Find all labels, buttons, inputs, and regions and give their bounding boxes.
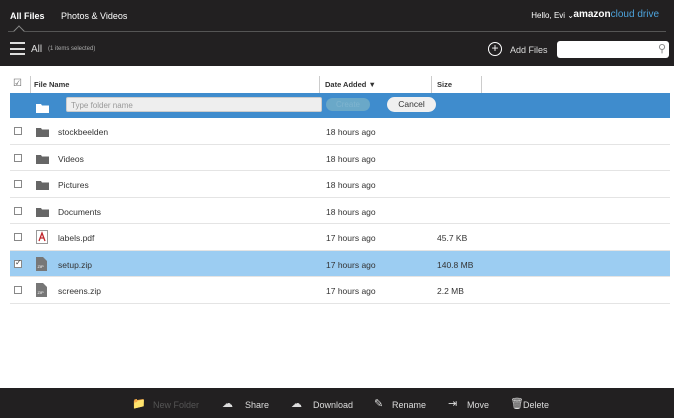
delete-icon: 🗑 bbox=[510, 398, 524, 410]
tab-all-files[interactable]: All Files bbox=[10, 11, 45, 21]
create-button[interactable]: Create bbox=[326, 98, 370, 111]
column-size[interactable]: Size bbox=[437, 80, 452, 89]
new-folder-icon: 📁 bbox=[132, 398, 146, 410]
file-date: 18 hours ago bbox=[326, 206, 376, 217]
zip-icon: ZIP bbox=[36, 256, 49, 271]
file-date: 18 hours ago bbox=[326, 127, 376, 137]
share-button[interactable]: Share bbox=[245, 400, 269, 410]
logo: amazoncloud drive bbox=[573, 9, 659, 20]
tab-divider bbox=[8, 31, 666, 32]
folder-name-input[interactable]: Type folder name bbox=[66, 97, 322, 112]
download-button[interactable]: Download bbox=[313, 400, 353, 410]
table-row[interactable]: ✓ ZIP setup.zip 17 hours ago 140.8 MB bbox=[10, 250, 670, 277]
select-all-checkbox[interactable]: ☑ bbox=[13, 78, 22, 89]
column-date-added[interactable]: Date Added ▼ bbox=[325, 80, 376, 89]
file-size: 140.8 MB bbox=[437, 259, 474, 270]
move-icon: ⇥ bbox=[448, 398, 458, 410]
zip-icon: ZIP bbox=[36, 283, 49, 297]
file-name[interactable]: Videos bbox=[58, 154, 84, 164]
file-date: 18 hours ago bbox=[326, 180, 376, 190]
rename-button[interactable]: Rename bbox=[392, 400, 426, 410]
rename-icon: ✎ bbox=[374, 398, 384, 410]
file-size: 45.7 KB bbox=[437, 233, 468, 243]
svg-text:ZIP: ZIP bbox=[38, 290, 45, 295]
tab-photos-videos[interactable]: Photos & Videos bbox=[61, 11, 127, 21]
file-date: 17 hours ago bbox=[326, 233, 376, 243]
cancel-button[interactable]: Cancel bbox=[387, 97, 436, 112]
svg-text:ZIP: ZIP bbox=[38, 264, 45, 269]
file-name[interactable]: setup.zip bbox=[58, 260, 92, 270]
delete-button[interactable]: Delete bbox=[523, 400, 549, 410]
row-checkbox[interactable] bbox=[14, 286, 22, 294]
add-files-icon[interactable]: + bbox=[488, 42, 502, 56]
file-name[interactable]: Documents bbox=[58, 207, 101, 217]
file-name[interactable]: stockbeelden bbox=[58, 127, 108, 137]
sort-desc-icon: ▼ bbox=[368, 80, 376, 89]
file-date: 18 hours ago bbox=[326, 153, 376, 164]
location-label: All bbox=[31, 44, 43, 55]
table-header: ☑ File Name Date Added ▼ Size bbox=[10, 74, 670, 93]
table-row[interactable]: stockbeelden 18 hours ago bbox=[10, 118, 670, 145]
folder-icon bbox=[36, 126, 49, 138]
file-size: 2.2 MB bbox=[437, 286, 464, 296]
table-row[interactable]: labels.pdf 17 hours ago 45.7 KB bbox=[10, 224, 670, 251]
greeting: Hello, Evi bbox=[531, 11, 566, 20]
table-row[interactable]: Documents 18 hours ago bbox=[10, 198, 670, 224]
row-checkbox[interactable]: ✓ bbox=[14, 258, 22, 268]
hamburger-menu-icon[interactable] bbox=[10, 42, 25, 55]
user-menu[interactable]: Hello, Evi ⌄ bbox=[531, 11, 574, 20]
row-checkbox[interactable] bbox=[14, 206, 22, 215]
folder-icon bbox=[36, 179, 49, 191]
selection-count: (1 items selected) bbox=[48, 46, 96, 52]
file-name[interactable]: screens.zip bbox=[58, 286, 101, 296]
row-checkbox[interactable] bbox=[14, 180, 22, 188]
pdf-icon bbox=[36, 230, 49, 244]
move-button[interactable]: Move bbox=[467, 400, 489, 410]
column-file-name[interactable]: File Name bbox=[34, 80, 69, 89]
row-checkbox[interactable] bbox=[14, 127, 22, 135]
file-date: 17 hours ago bbox=[326, 286, 376, 296]
row-checkbox[interactable] bbox=[14, 233, 22, 241]
folder-icon bbox=[36, 153, 49, 165]
file-name[interactable]: Pictures bbox=[58, 180, 89, 190]
search-input[interactable]: ⚲ bbox=[557, 41, 669, 58]
table-row[interactable]: Videos 18 hours ago bbox=[10, 145, 670, 171]
file-date: 17 hours ago bbox=[326, 259, 376, 270]
new-folder-row: Type folder name Create Cancel bbox=[10, 93, 670, 118]
share-icon: ☁ bbox=[222, 398, 233, 410]
folder-icon bbox=[36, 206, 49, 218]
add-files-button[interactable]: Add Files bbox=[510, 45, 548, 55]
new-folder-button[interactable]: New Folder bbox=[153, 400, 199, 410]
top-bar: All Files Photos & Videos Hello, Evi ⌄ a… bbox=[0, 0, 674, 66]
search-icon[interactable]: ⚲ bbox=[658, 42, 666, 55]
row-checkbox[interactable] bbox=[14, 153, 22, 162]
folder-icon bbox=[36, 100, 49, 113]
table-row[interactable]: ZIP screens.zip 17 hours ago 2.2 MB bbox=[10, 277, 670, 304]
table-row[interactable]: Pictures 18 hours ago bbox=[10, 171, 670, 198]
download-icon: ☁ bbox=[291, 398, 302, 410]
action-bar: 📁 New Folder ☁ Share ☁ Download ✎ Rename… bbox=[0, 388, 674, 418]
file-name[interactable]: labels.pdf bbox=[58, 233, 94, 243]
active-tab-caret bbox=[13, 25, 25, 37]
